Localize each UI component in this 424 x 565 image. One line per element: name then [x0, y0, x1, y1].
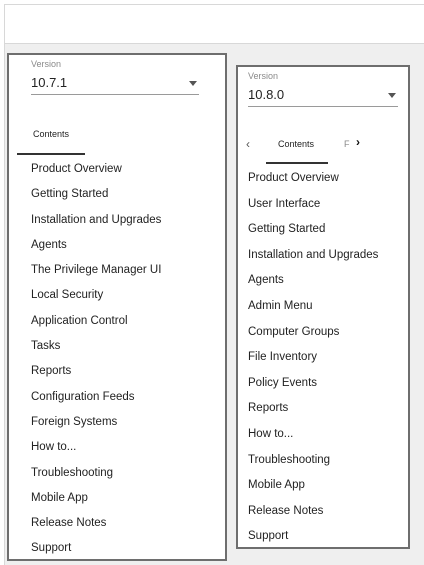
contents-item[interactable]: Configuration Feeds — [31, 385, 161, 410]
tab-active-underline — [266, 162, 328, 164]
version-value: 10.8.0 — [248, 86, 285, 102]
contents-item[interactable]: Troubleshooting — [31, 461, 161, 486]
contents-item[interactable]: Reports — [248, 396, 378, 422]
contents-item[interactable]: Getting Started — [248, 217, 378, 243]
contents-list-left: Product Overview Getting Started Installat… — [31, 157, 161, 562]
contents-item[interactable]: Mobile App — [31, 486, 161, 511]
version-block-left: Version 10.7.1 — [31, 58, 199, 95]
contents-item[interactable]: Agents — [248, 268, 378, 294]
contents-item[interactable]: User Interface — [248, 192, 378, 218]
contents-item[interactable]: Mobile App — [248, 473, 378, 499]
contents-item[interactable]: Application Control — [31, 309, 161, 334]
caret-down-icon — [189, 81, 197, 86]
version-label: Version — [31, 59, 62, 69]
contents-item[interactable]: Local Security — [31, 283, 161, 308]
chevron-right-icon[interactable]: › — [356, 135, 360, 149]
contents-item[interactable]: Troubleshooting — [248, 448, 378, 474]
version-select-right[interactable]: 10.8.0 — [248, 82, 398, 107]
contents-item[interactable]: Support — [31, 536, 161, 561]
contents-item[interactable]: Release Notes — [248, 499, 378, 525]
contents-item[interactable]: How to... — [31, 435, 161, 460]
contents-item[interactable]: Product Overview — [31, 157, 161, 182]
tab-partial[interactable]: F — [344, 139, 350, 149]
contents-item[interactable]: Policy Events — [248, 371, 378, 397]
tabs-left: Contents — [17, 129, 101, 155]
contents-item[interactable]: Admin Menu — [248, 294, 378, 320]
contents-item[interactable]: File Inventory — [248, 345, 378, 371]
version-value: 10.7.1 — [31, 74, 68, 90]
contents-list-right: Product Overview User Interface Getting St… — [248, 166, 378, 550]
caret-down-icon — [388, 93, 396, 98]
version-panel-right: Version 10.8.0 ‹ Contents F › Product Ov… — [236, 65, 410, 549]
contents-item[interactable]: How to... — [248, 422, 378, 448]
contents-item[interactable]: Support — [248, 524, 378, 550]
contents-item[interactable]: Computer Groups — [248, 320, 378, 346]
contents-item[interactable]: Agents — [31, 233, 161, 258]
contents-item[interactable]: Reports — [31, 359, 161, 384]
version-label: Version — [248, 71, 279, 81]
contents-item[interactable]: The Privilege Manager UI — [31, 258, 161, 283]
contents-item[interactable]: Installation and Upgrades — [31, 208, 161, 233]
contents-item[interactable]: Foreign Systems — [31, 410, 161, 435]
contents-item[interactable]: Release Notes — [31, 511, 161, 536]
version-select-left[interactable]: 10.7.1 — [31, 70, 199, 95]
tab-active-underline — [17, 153, 85, 155]
contents-item[interactable]: Tasks — [31, 334, 161, 359]
top-bar — [4, 4, 424, 44]
contents-item[interactable]: Installation and Upgrades — [248, 243, 378, 269]
version-block-right: Version 10.8.0 — [248, 70, 398, 107]
tab-contents[interactable]: Contents — [278, 139, 314, 149]
chevron-left-icon[interactable]: ‹ — [246, 137, 250, 151]
contents-item[interactable]: Product Overview — [248, 166, 378, 192]
version-panel-left: Version 10.7.1 Contents Product Overview… — [7, 53, 227, 561]
contents-item[interactable]: Getting Started — [31, 182, 161, 207]
tab-contents[interactable]: Contents — [33, 129, 69, 139]
